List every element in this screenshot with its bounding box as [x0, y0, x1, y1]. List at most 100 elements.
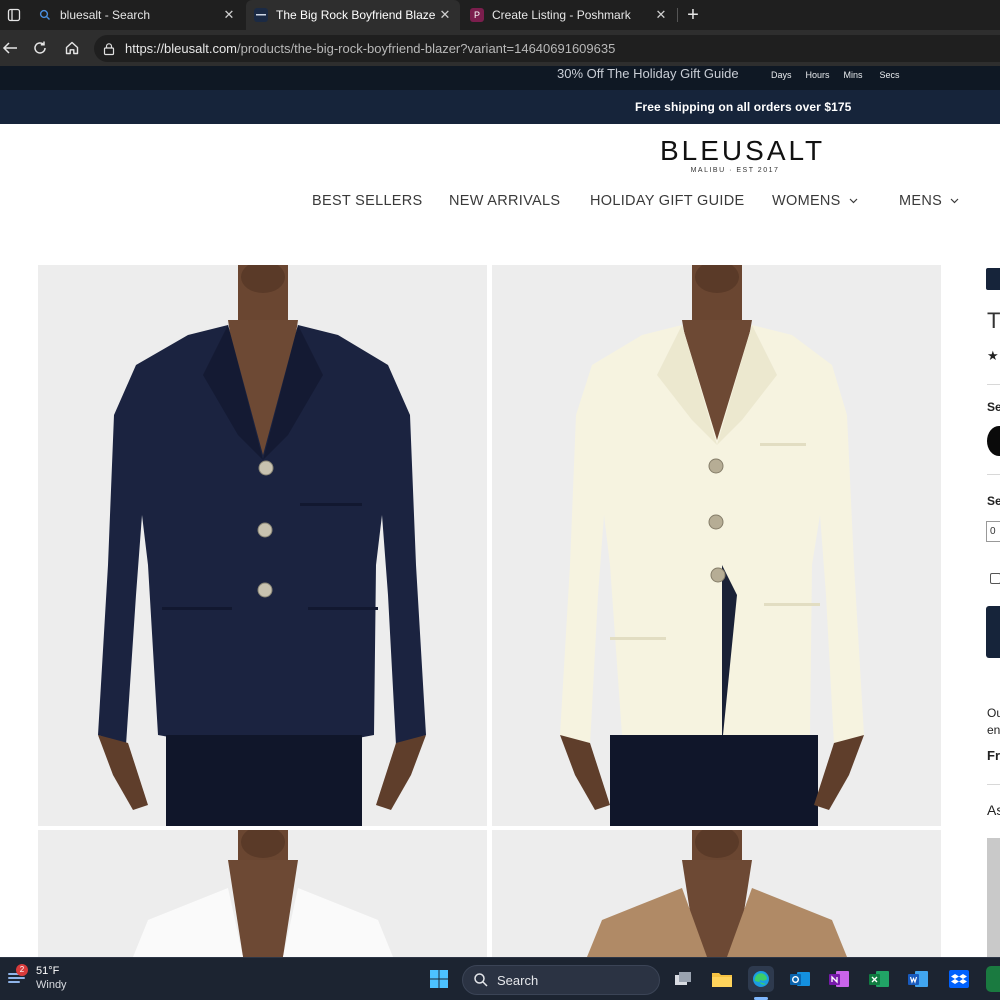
- new-tab-button[interactable]: +: [682, 4, 704, 26]
- weather-alert-badge: 2: [16, 964, 28, 976]
- size-option-label: 0: [990, 526, 996, 537]
- app-button-cut-off[interactable]: [986, 966, 1000, 992]
- back-button[interactable]: [0, 38, 20, 58]
- main-navigation: BEST SELLERS NEW ARRIVALS HOLIDAY GIFT G…: [0, 193, 1000, 213]
- refresh-button[interactable]: [30, 38, 50, 58]
- countdown-unit-hours: Hours: [805, 70, 830, 80]
- word-icon: [908, 971, 928, 987]
- nav-label: BEST SELLERS: [312, 193, 423, 209]
- task-view-button[interactable]: [670, 966, 696, 992]
- file-explorer-button[interactable]: [709, 966, 735, 992]
- divider: [987, 384, 1000, 385]
- tab-title: The Big Rock Boyfriend Blazer | By: [276, 8, 436, 22]
- color-swatch-black[interactable]: [987, 426, 1000, 456]
- windows-logo-icon: [430, 970, 448, 988]
- nav-label: HOLIDAY GIFT GUIDE: [590, 193, 745, 209]
- logo-wordmark: BLEUSALT: [660, 135, 826, 166]
- home-icon: [65, 41, 79, 55]
- white-blazer-photo[interactable]: [38, 830, 487, 957]
- nav-new-arrivals[interactable]: NEW ARRIVALS: [449, 193, 560, 209]
- taskbar-search[interactable]: Search: [462, 965, 660, 995]
- home-button[interactable]: [62, 38, 82, 58]
- nav-holiday-gift-guide[interactable]: HOLIDAY GIFT GUIDE: [590, 193, 744, 209]
- url-host: https://bleusalt.com: [125, 41, 237, 56]
- excel-icon: [869, 971, 889, 987]
- countdown-units: Days Hours Mins Secs: [771, 70, 900, 80]
- close-tab-icon[interactable]: ✕: [436, 6, 454, 24]
- nav-label: NEW ARRIVALS: [449, 193, 561, 209]
- shipping-banner: Free shipping on all orders over $175: [0, 90, 1000, 124]
- countdown-text: 30% Off The Holiday Gift Guide: [557, 66, 739, 81]
- divider: [987, 784, 1000, 785]
- description-text: Ou: [987, 706, 1000, 720]
- tab-divider: [677, 8, 678, 22]
- tab-actions-button[interactable]: [0, 0, 28, 30]
- sale-badge: [986, 268, 1000, 290]
- lock-icon: [103, 42, 115, 55]
- start-button[interactable]: [426, 966, 452, 992]
- search-favicon-icon: [38, 8, 52, 22]
- word-button[interactable]: [905, 966, 931, 992]
- tab-title: Create Listing - Poshmark: [492, 8, 631, 22]
- edge-icon: [753, 971, 769, 987]
- nav-mens[interactable]: MENS: [899, 193, 959, 209]
- countdown-unit-secs: Secs: [879, 70, 900, 80]
- url-text: https://bleusalt.com/products/the-big-ro…: [125, 41, 615, 56]
- product-title: T: [987, 308, 1000, 333]
- back-arrow-icon: [2, 42, 17, 54]
- description-text: en: [987, 723, 1000, 737]
- onenote-button[interactable]: [826, 966, 852, 992]
- task-view-icon: [675, 972, 691, 985]
- weather-temp: 51°F: [36, 965, 60, 977]
- tab-actions-icon: [7, 8, 21, 22]
- tab-poshmark[interactable]: P Create Listing - Poshmark ✕: [462, 0, 676, 30]
- outlook-button[interactable]: [787, 966, 813, 992]
- folder-icon: [712, 973, 732, 987]
- onenote-icon: [829, 971, 849, 987]
- related-product-thumbnail[interactable]: [987, 838, 1000, 958]
- weather-text: 51°F Windy: [36, 964, 67, 992]
- edge-browser-button[interactable]: [748, 966, 774, 992]
- nav-label: WOMENS: [772, 193, 841, 209]
- url-path: /products/the-big-rock-boyfriend-blazer?…: [237, 41, 616, 56]
- countdown-bar: 30% Off The Holiday Gift Guide Days Hour…: [0, 66, 1000, 90]
- address-bar[interactable]: https://bleusalt.com/products/the-big-ro…: [94, 35, 1000, 62]
- weather-widget[interactable]: 2 51°F Windy: [6, 964, 67, 992]
- chevron-down-icon: [849, 198, 858, 204]
- nav-label: MENS: [899, 193, 943, 209]
- search-icon: [474, 973, 488, 987]
- windows-taskbar: 2 51°F Windy Search: [0, 957, 1000, 1000]
- select-size-label: Se: [987, 494, 1000, 508]
- outlook-icon: [790, 972, 810, 986]
- logo-tagline: MALIBU · EST 2017: [690, 167, 780, 174]
- tab-bluesalt-search[interactable]: bluesalt - Search ✕: [30, 0, 244, 30]
- nav-womens[interactable]: WOMENS: [772, 193, 858, 209]
- poshmark-favicon-icon: P: [470, 8, 484, 22]
- chevron-down-icon: [950, 198, 959, 204]
- free-shipping-note: Fr: [987, 748, 1000, 763]
- select-color-label: Se: [987, 400, 1000, 414]
- countdown-unit-mins: Mins: [843, 70, 863, 80]
- screen: bluesalt - Search ✕ The Big Rock Boyfrie…: [0, 0, 1000, 1000]
- ask-question-link[interactable]: As: [987, 802, 1000, 818]
- camel-blazer-photo[interactable]: [492, 830, 941, 957]
- gift-checkbox[interactable]: [990, 573, 1000, 584]
- weather-icon: 2: [6, 964, 30, 990]
- store-logo[interactable]: BLEUSALT MALIBU · EST 2017: [660, 135, 826, 175]
- refresh-icon: [34, 41, 46, 54]
- close-tab-icon[interactable]: ✕: [652, 6, 670, 24]
- tab-title: bluesalt - Search: [60, 8, 151, 22]
- size-option[interactable]: 0: [986, 521, 1000, 542]
- dropbox-button[interactable]: [946, 966, 972, 992]
- bleusalt-favicon-icon: [254, 8, 268, 22]
- weather-condition: Windy: [36, 979, 67, 991]
- close-tab-icon[interactable]: ✕: [220, 6, 238, 24]
- excel-button[interactable]: [866, 966, 892, 992]
- cream-blazer-photo[interactable]: [492, 265, 941, 826]
- tab-big-rock-blazer[interactable]: The Big Rock Boyfriend Blazer | By ✕: [246, 0, 460, 30]
- navy-blazer-photo[interactable]: [38, 265, 487, 826]
- divider: [987, 474, 1000, 475]
- add-to-cart-button[interactable]: [986, 606, 1000, 658]
- nav-best-sellers[interactable]: BEST SELLERS: [312, 193, 423, 209]
- rating-stars[interactable]: ★: [987, 348, 999, 364]
